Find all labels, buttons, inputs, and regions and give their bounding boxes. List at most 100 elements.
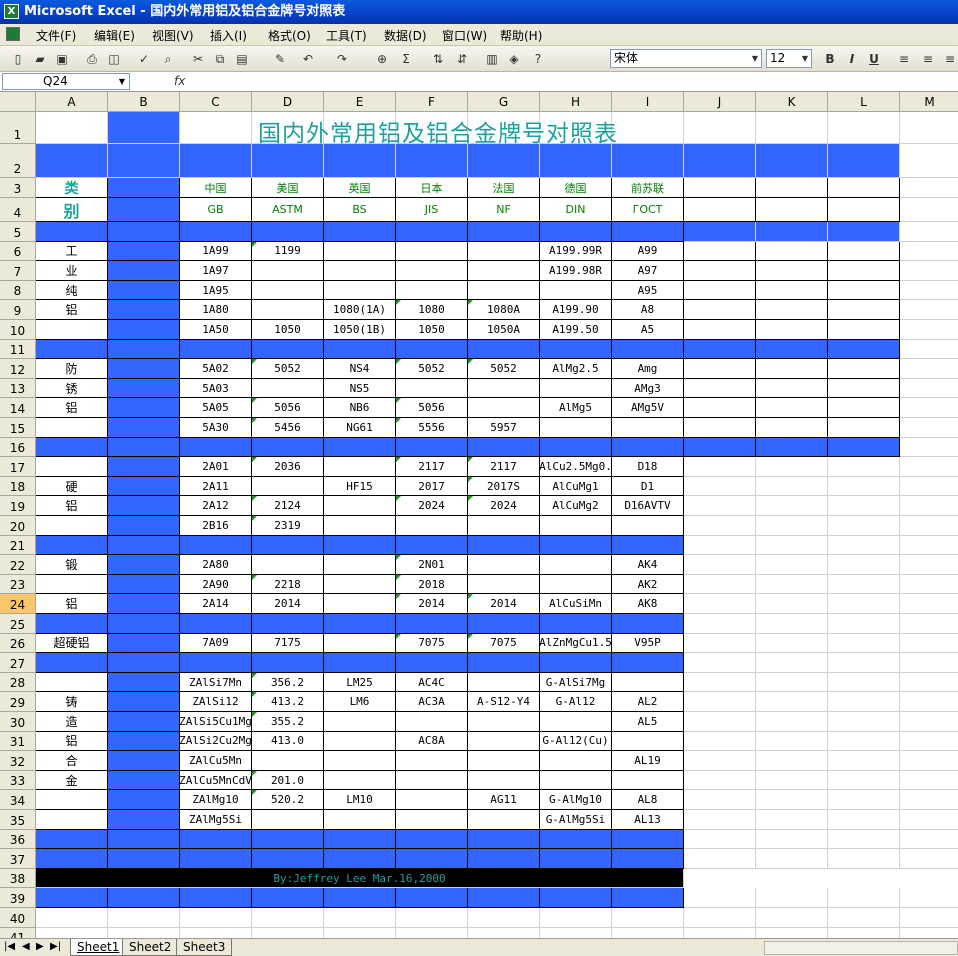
cell[interactable]	[900, 712, 958, 732]
cell[interactable]	[612, 888, 684, 908]
sheet-tab[interactable]: Sheet2	[122, 939, 179, 956]
cell[interactable]	[900, 320, 958, 340]
cell[interactable]	[756, 790, 828, 810]
cell[interactable]	[828, 888, 900, 908]
menu-item[interactable]: 工具(T)	[326, 27, 367, 44]
table-cell[interactable]: G-Al12	[540, 692, 612, 712]
cell[interactable]	[540, 222, 612, 242]
row-header[interactable]: 1	[0, 112, 36, 144]
cell[interactable]	[828, 398, 900, 418]
cell[interactable]	[108, 574, 180, 595]
cell[interactable]	[684, 555, 756, 575]
table-cell[interactable]: 1A99	[180, 241, 252, 262]
cell[interactable]	[468, 731, 540, 752]
cell[interactable]	[756, 320, 828, 340]
row-header[interactable]: 28	[0, 672, 36, 693]
cell[interactable]	[108, 320, 180, 340]
table-cell[interactable]: 2014	[396, 594, 468, 614]
cell[interactable]	[108, 751, 180, 771]
table-cell[interactable]: 1050(1B)	[324, 320, 396, 340]
row-header[interactable]: 33	[0, 770, 36, 791]
select-all-corner[interactable]	[0, 92, 36, 112]
table-cell[interactable]: 2018	[396, 574, 468, 595]
table-cell[interactable]: V95P	[612, 633, 684, 654]
table-cell[interactable]: NB6	[324, 398, 396, 418]
row-header[interactable]: 36	[0, 829, 36, 850]
cell[interactable]	[684, 849, 756, 869]
cell[interactable]	[684, 457, 756, 477]
row-header[interactable]: 20	[0, 516, 36, 536]
table-cell[interactable]: G-AlMg5Si	[540, 810, 612, 830]
cell[interactable]	[540, 144, 612, 178]
category-label[interactable]: 业	[36, 261, 108, 281]
cell[interactable]	[828, 594, 900, 614]
column-header[interactable]: L	[828, 92, 900, 112]
cell[interactable]	[36, 457, 108, 477]
cell[interactable]	[756, 535, 828, 556]
cell[interactable]	[108, 790, 180, 810]
cell[interactable]	[540, 927, 612, 938]
cell[interactable]	[900, 477, 958, 497]
cell[interactable]	[396, 339, 468, 360]
cell[interactable]	[180, 535, 252, 556]
cell[interactable]	[468, 222, 540, 242]
row-header[interactable]: 11	[0, 339, 36, 360]
cell[interactable]	[36, 653, 108, 673]
autosum-icon[interactable]: Σ	[398, 51, 414, 67]
cell[interactable]	[684, 280, 756, 301]
cell[interactable]	[540, 339, 612, 360]
table-cell[interactable]: 5056	[252, 398, 324, 418]
cell[interactable]	[540, 574, 612, 595]
cell[interactable]	[180, 888, 252, 908]
row-header[interactable]: 32	[0, 751, 36, 771]
cell[interactable]	[828, 457, 900, 477]
cell[interactable]	[684, 339, 756, 360]
table-cell[interactable]: 2N01	[396, 555, 468, 575]
row-header[interactable]: 16	[0, 437, 36, 458]
cell[interactable]	[36, 320, 108, 340]
cell[interactable]	[900, 398, 958, 418]
row-header[interactable]: 38	[0, 868, 36, 889]
table-cell[interactable]: A5	[612, 320, 684, 340]
column-heading-standard[interactable]: NF	[468, 198, 540, 222]
table-cell[interactable]: 1A95	[180, 280, 252, 301]
cell[interactable]	[396, 222, 468, 242]
cell[interactable]	[828, 555, 900, 575]
cell[interactable]	[396, 849, 468, 869]
cell[interactable]	[828, 751, 900, 771]
cell[interactable]	[252, 653, 324, 673]
row-header[interactable]: 29	[0, 692, 36, 712]
cell[interactable]	[900, 849, 958, 869]
cell[interactable]	[612, 222, 684, 242]
cell[interactable]	[900, 516, 958, 536]
cell[interactable]	[900, 673, 958, 693]
cell[interactable]	[252, 927, 324, 938]
cell[interactable]	[252, 849, 324, 869]
table-cell[interactable]: 2014	[252, 594, 324, 614]
row-header[interactable]: 23	[0, 574, 36, 595]
cell[interactable]	[684, 112, 756, 144]
cell[interactable]	[468, 927, 540, 938]
cell[interactable]	[36, 535, 108, 556]
cell[interactable]	[468, 908, 540, 928]
cell[interactable]	[828, 320, 900, 340]
cell[interactable]	[684, 594, 756, 614]
cell[interactable]	[468, 574, 540, 595]
first-sheet-icon[interactable]: |◀	[4, 941, 15, 952]
cell[interactable]	[756, 300, 828, 320]
row-header[interactable]: 8	[0, 280, 36, 301]
cell[interactable]	[36, 810, 108, 830]
table-cell[interactable]: AMg5V	[612, 398, 684, 418]
cell[interactable]	[36, 574, 108, 595]
cell[interactable]	[612, 437, 684, 458]
cell[interactable]	[252, 378, 324, 399]
column-heading-country[interactable]: 中国	[180, 178, 252, 198]
cell[interactable]	[396, 908, 468, 928]
cell[interactable]	[756, 496, 828, 516]
cell[interactable]	[900, 242, 958, 262]
table-cell[interactable]: NS4	[324, 359, 396, 379]
cell[interactable]	[900, 614, 958, 634]
table-cell[interactable]: ZAlSi2Cu2Mg	[180, 731, 252, 752]
cell[interactable]	[612, 614, 684, 634]
cell[interactable]	[756, 241, 828, 262]
